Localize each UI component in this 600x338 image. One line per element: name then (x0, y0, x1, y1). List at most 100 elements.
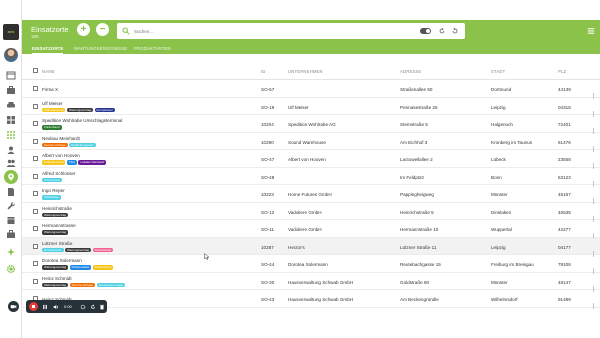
briefcase-icon[interactable] (6, 85, 16, 95)
row-more-icon[interactable] (592, 279, 595, 292)
tag-badge[interactable]: Kühlschrank (92, 247, 114, 252)
tab-produktarten[interactable]: PRODUKTARTEN (134, 46, 171, 54)
cell-name[interactable]: Firma X (42, 87, 58, 92)
cell-name[interactable]: Heinz Schmidt (42, 276, 72, 281)
cell-name[interactable]: Albert von Hooven (42, 153, 80, 158)
tag-badge[interactable]: Wartungsvertrag (65, 247, 92, 252)
wrench-icon[interactable] (6, 201, 16, 211)
row-checkbox[interactable] (33, 208, 38, 214)
users-icon[interactable] (6, 158, 16, 168)
column-address[interactable]: ADRESSE (400, 69, 421, 74)
row-checkbox[interactable] (33, 173, 38, 179)
row-more-icon[interactable] (592, 86, 595, 99)
table-row[interactable]: Neubau Meinhardt Service-Anfrage Rohrleitu… (22, 133, 600, 152)
cell-name[interactable]: Hermannstrasse (42, 223, 76, 228)
table-row[interactable]: Ingo Reper Kühlanlage 10223 Home Futures Gm… (22, 185, 600, 204)
tab-einsatzorte[interactable]: EINSATZORTE (32, 46, 64, 54)
tag-badge[interactable]: Kaffeeautomat (42, 160, 66, 165)
tag-badge[interactable]: Service-Anfrage (42, 142, 68, 147)
column-company[interactable]: UNTERNEHMEN (288, 69, 323, 74)
tag-badge[interactable]: Wartungsvertrag (42, 230, 69, 235)
row-checkbox[interactable] (33, 278, 38, 284)
table-row[interactable]: Alfred Schlosser Kompressor SO-48 Im Feldpü… (22, 168, 600, 187)
menu-icon[interactable] (587, 27, 595, 35)
user-avatar[interactable] (4, 48, 18, 62)
toolbox-icon[interactable] (6, 229, 16, 239)
row-checkbox[interactable] (33, 191, 38, 196)
row-checkbox[interactable] (33, 156, 38, 161)
refresh-icon[interactable] (438, 27, 446, 35)
tag-badge[interactable]: Kompressor-Lager (96, 282, 126, 287)
remove-button[interactable]: − (96, 23, 109, 36)
tag-badge[interactable]: Kühlanlage (42, 195, 62, 200)
contacts-icon[interactable] (6, 145, 16, 155)
reset-icon[interactable] (451, 27, 459, 35)
document-icon[interactable] (6, 187, 16, 197)
row-checkbox[interactable] (33, 261, 38, 266)
tag-badge[interactable]: Kompressor (94, 107, 115, 112)
table-row[interactable]: Lützner Straße Druckluftnetz Wartungsvertr… (22, 237, 600, 257)
cell-name[interactable]: Neubau Meinhardt (42, 136, 80, 141)
cell-name[interactable]: Lützner Straße (42, 241, 72, 246)
table-row[interactable]: Hermannstrasse Wartungsvertrag SO-11 Vadoli… (22, 220, 600, 239)
tag-badge[interactable]: Förderband (42, 125, 62, 130)
row-more-icon[interactable] (592, 226, 595, 239)
row-more-icon[interactable] (592, 121, 595, 134)
row-more-icon[interactable] (592, 209, 595, 222)
tag-badge[interactable]: Kompressor (42, 177, 63, 182)
tag-badge[interactable]: Lokales Netzwerk (78, 160, 107, 165)
row-more-icon[interactable] (592, 191, 595, 204)
filter-toggle[interactable] (420, 28, 431, 34)
row-checkbox[interactable] (33, 138, 38, 144)
box-icon[interactable] (6, 215, 16, 225)
row-more-icon[interactable] (592, 104, 595, 117)
integration-icon[interactable] (6, 247, 16, 257)
cell-name[interactable]: Spedition Wohlrabe Umschlagsterminal (42, 118, 122, 123)
table-row[interactable]: Firma X SO-57 Straßenallee 50 Dortmund 44139 (22, 80, 600, 99)
row-more-icon[interactable] (592, 174, 595, 187)
tag-badge[interactable]: TAG (66, 160, 77, 165)
tag-badge[interactable]: Wartungsvertrag (42, 265, 69, 270)
pause-icon[interactable] (42, 304, 48, 310)
volume-icon[interactable] (53, 304, 59, 310)
row-more-icon[interactable] (592, 139, 595, 152)
cell-name[interactable]: Dorotea Solermann (42, 258, 82, 263)
row-more-icon[interactable] (592, 244, 595, 257)
calendar-icon[interactable] (6, 70, 16, 80)
column-id[interactable]: ID (261, 69, 266, 74)
tag-badge[interactable]: Wartungsvertrag (42, 282, 69, 287)
tag-badge[interactable]: Kaffeeautomat (42, 107, 66, 112)
row-more-icon[interactable] (592, 296, 595, 309)
cell-name[interactable]: Alfred Schlosser (42, 171, 75, 176)
tag-badge[interactable]: Kühlprodukte (69, 265, 92, 270)
tag-badge[interactable]: Kühlschrank (92, 265, 114, 270)
row-checkbox[interactable] (33, 226, 38, 231)
column-city[interactable]: STADT (491, 69, 505, 74)
apps-icon[interactable] (6, 130, 16, 140)
table-row[interactable]: Albert von Hooven Kaffeeautomat TAG Lokales… (22, 150, 600, 169)
search-input[interactable] (134, 26, 384, 36)
settings-gear-icon[interactable] (6, 264, 16, 274)
table-row[interactable]: Heinrichstraße Wartungsvertrag SO-12 Vadoli… (22, 203, 600, 222)
car-icon[interactable] (6, 100, 16, 110)
settings-icon[interactable] (80, 304, 86, 310)
stop-recording-button[interactable] (29, 302, 38, 311)
row-checkbox[interactable] (33, 243, 38, 249)
row-checkbox[interactable] (33, 103, 38, 109)
select-all-checkbox[interactable] (33, 68, 38, 73)
table-row[interactable]: Heinz Schmidt Wartungsvertrag Service-Anfr… (22, 273, 600, 292)
restart-icon[interactable] (90, 303, 96, 310)
column-zip[interactable]: PLZ (558, 69, 566, 74)
row-checkbox[interactable] (33, 86, 38, 91)
table-row[interactable]: Spedition Wohlrabe Umschlagsterminal Förd… (22, 115, 600, 134)
tab-wartungsereignisse[interactable]: WARTUNGSEREIGNISSE (74, 46, 127, 54)
cell-name[interactable]: Ulf Meiser (42, 101, 63, 106)
grid-icon[interactable] (6, 115, 16, 125)
tag-badge[interactable]: Wartungsvertrag (66, 107, 94, 112)
tag-badge[interactable]: Druckluftnetz (42, 247, 64, 252)
row-more-icon[interactable] (592, 261, 595, 274)
table-row[interactable]: Ulf Meiser Kaffeeautomat Wartungsvertrag Ko… (22, 98, 600, 117)
location-pin-icon[interactable] (4, 170, 18, 184)
camera-button[interactable] (8, 301, 19, 312)
cell-name[interactable]: Heinrichstraße (42, 206, 72, 211)
